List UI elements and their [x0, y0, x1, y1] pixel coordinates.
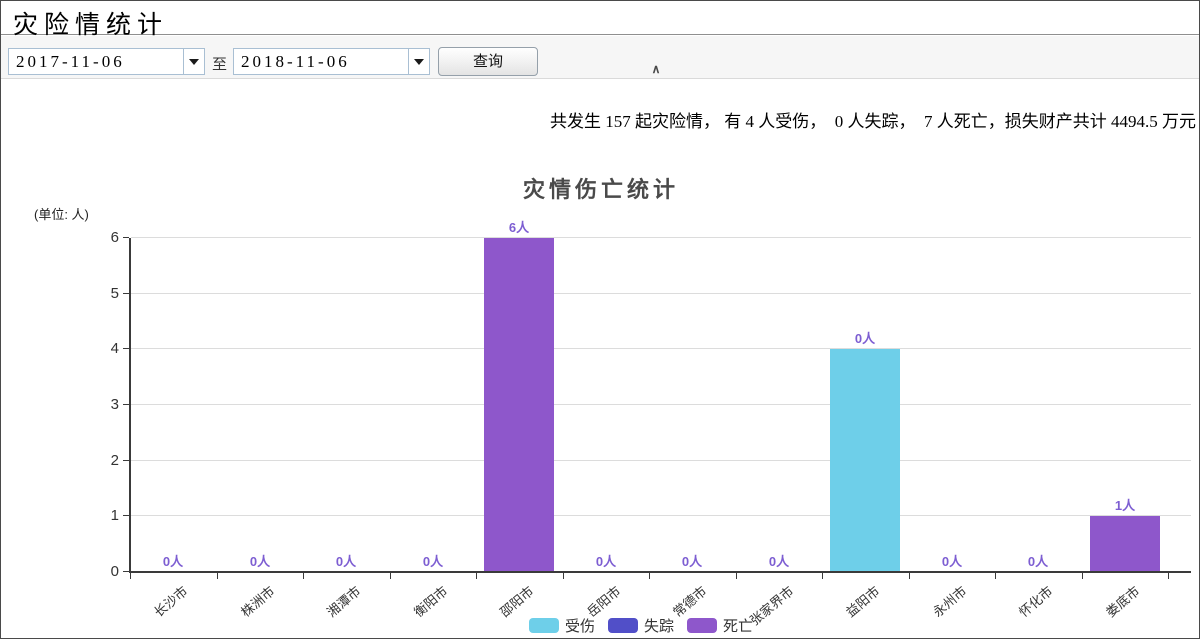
query-toolbar: 2017-11-06 至 2018-11-06 查询 [1, 36, 1199, 79]
stacked-bar-segment [830, 349, 900, 571]
chart-unit-label: (单位: 人) [34, 204, 89, 223]
y-axis-tick-label: 3 [87, 396, 119, 413]
bar-value-label: 0人 [220, 551, 300, 570]
chevron-down-icon [414, 59, 424, 65]
chevron-down-icon [189, 59, 199, 65]
disaster-statistics-page: 灾险情统计 2017-11-06 至 2018-11-06 查询 ∧ 共发生 1… [0, 0, 1200, 639]
legend-label: 失踪 [644, 615, 674, 636]
bar-value-label: 0人 [133, 551, 213, 570]
y-axis-tick-label: 6 [87, 229, 119, 246]
gridline [131, 515, 1191, 516]
gridline [131, 404, 1191, 405]
y-axis-tick-label: 2 [87, 452, 119, 469]
legend-item[interactable]: 受伤 [529, 615, 595, 636]
x-axis-tick [390, 573, 391, 579]
query-button[interactable]: 查询 [438, 47, 538, 76]
end-date-select[interactable]: 2018-11-06 [233, 48, 430, 75]
legend-swatch-icon [687, 618, 717, 633]
x-axis-tick [736, 573, 737, 579]
x-axis-tick [1168, 573, 1169, 579]
x-axis-tick [822, 573, 823, 579]
bar-value-label: 0人 [739, 551, 819, 570]
start-date-select[interactable]: 2017-11-06 [8, 48, 205, 75]
bar-value-label: 1人 [1085, 495, 1165, 514]
page-header: 灾险情统计 [1, 1, 1199, 35]
x-axis-tick [909, 573, 910, 579]
y-axis-tick-label: 4 [87, 340, 119, 357]
stacked-bar-segment [484, 238, 554, 571]
legend-label: 受伤 [565, 615, 595, 636]
summary-text: 共发生 157 起灾险情， 有 4 人受伤， 0 人失踪， 7 人死亡，损失财产… [550, 107, 1196, 132]
start-date-value[interactable]: 2017-11-06 [9, 49, 183, 74]
x-axis-tick [1082, 573, 1083, 579]
date-range-to-label: 至 [212, 53, 227, 74]
gridline [131, 293, 1191, 294]
collapse-panel-button[interactable]: ∧ [645, 62, 667, 77]
gridline [131, 348, 1191, 349]
bar-value-label: 0人 [912, 551, 992, 570]
bar-value-label: 0人 [825, 328, 905, 347]
y-axis-tick-label: 0 [87, 563, 119, 580]
bar-value-label: 6人 [479, 217, 559, 236]
bar-value-label: 0人 [306, 551, 386, 570]
x-axis-tick [476, 573, 477, 579]
x-axis-tick [995, 573, 996, 579]
x-axis-tick [217, 573, 218, 579]
bar-value-label: 0人 [393, 551, 473, 570]
gridline [131, 237, 1191, 238]
y-axis-tick-label: 1 [87, 507, 119, 524]
end-date-dropdown-button[interactable] [408, 49, 429, 74]
bar-value-label: 0人 [652, 551, 732, 570]
x-axis-tick [130, 573, 131, 579]
y-axis-tick-label: 5 [87, 285, 119, 302]
bar-value-label: 0人 [998, 551, 1078, 570]
y-axis-line [129, 238, 131, 573]
stacked-bar-segment [1090, 516, 1160, 571]
legend-item[interactable]: 失踪 [608, 615, 674, 636]
chart-legend: 受伤 失踪 死亡 [81, 615, 1200, 636]
bar-value-label: 0人 [566, 551, 646, 570]
gridline [131, 460, 1191, 461]
chart-title: 灾情伤亡统计 [1, 172, 1200, 204]
end-date-value[interactable]: 2018-11-06 [234, 49, 408, 74]
legend-item[interactable]: 死亡 [687, 615, 753, 636]
legend-swatch-icon [529, 618, 559, 633]
legend-swatch-icon [608, 618, 638, 633]
x-axis-line [129, 571, 1191, 573]
x-axis-tick [303, 573, 304, 579]
x-axis-tick [649, 573, 650, 579]
legend-label: 死亡 [723, 615, 753, 636]
start-date-dropdown-button[interactable] [183, 49, 204, 74]
x-axis-tick [563, 573, 564, 579]
chevron-up-icon: ∧ [652, 62, 661, 76]
